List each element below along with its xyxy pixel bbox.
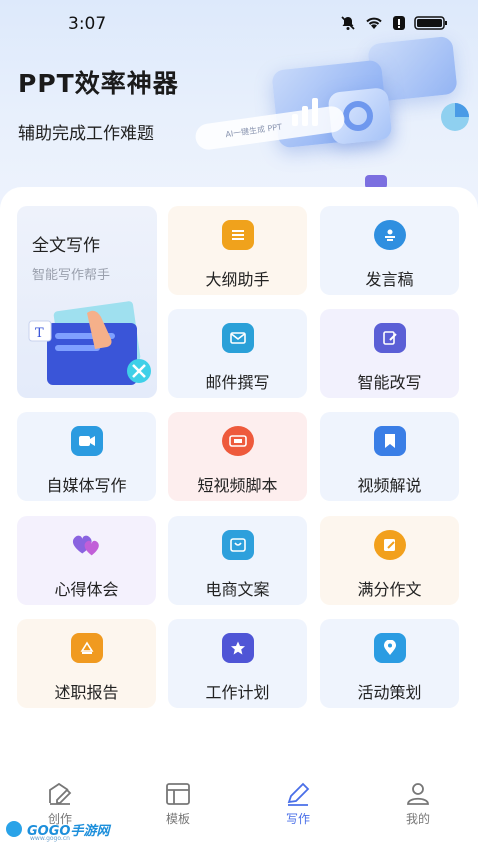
nav-label: 模板	[165, 812, 190, 826]
shop-icon	[221, 530, 254, 560]
tile-email-writing[interactable]: 邮件撰写	[168, 309, 307, 398]
tile-work-report[interactable]: 述职报告	[17, 619, 156, 708]
nav-item-mine[interactable]: 我的	[388, 782, 448, 827]
outline-icon	[221, 220, 254, 250]
template-icon	[166, 783, 190, 805]
tile-label: 智能改写	[357, 373, 422, 392]
tile-label: 自媒体写作	[46, 476, 127, 495]
watermark-logo-icon	[4, 819, 24, 839]
writing-illustration-icon	[28, 301, 151, 385]
tile-label: 电商文案	[205, 580, 270, 599]
tile-full-score-essay[interactable]: 满分作文	[320, 516, 459, 605]
mail-icon	[221, 323, 254, 353]
alert-icon	[393, 16, 405, 30]
featured-subtitle: 智能写作帮手	[32, 268, 111, 283]
camera-icon	[70, 426, 103, 456]
tile-label: 发言稿	[365, 270, 414, 289]
bookmark-icon	[373, 426, 406, 456]
ai-chip: AI一键生成 PPT	[193, 104, 347, 152]
speech-icon	[373, 220, 406, 250]
edit-icon	[373, 323, 406, 353]
tile-label: 述职报告	[54, 683, 119, 702]
write-icon	[373, 530, 406, 560]
tile-smart-rewrite[interactable]: 智能改写	[320, 309, 459, 398]
nav-label: 我的	[405, 812, 430, 826]
nav-label: 写作	[285, 812, 310, 826]
featured-title: 全文写作	[32, 236, 100, 256]
tile-self-media[interactable]: 自媒体写作	[17, 412, 156, 501]
user-icon	[407, 783, 429, 805]
tile-reflections[interactable]: 心得体会	[17, 516, 156, 605]
tile-speech-draft[interactable]: 发言稿	[320, 206, 459, 295]
nav-item-templates[interactable]: 模板	[148, 782, 208, 827]
tile-label: 短视频脚本	[197, 476, 278, 495]
tile-video-commentary[interactable]: 视频解说	[320, 412, 459, 501]
tile-event-planning[interactable]: 活动策划	[320, 619, 459, 708]
doc-letter: T	[35, 326, 44, 341]
page-subtitle: 辅助完成工作难题	[18, 124, 154, 144]
full-text-writing-card[interactable]: 全文写作 智能写作帮手 T	[17, 206, 157, 398]
tile-label: 大纲助手	[205, 270, 270, 289]
tile-ecommerce-copy[interactable]: 电商文案	[168, 516, 307, 605]
tile-label: 心得体会	[54, 580, 119, 599]
report-icon	[70, 633, 103, 663]
tile-label: 工作计划	[205, 683, 270, 702]
pie-chart-icon	[441, 103, 469, 131]
header-banner: 3:07 PPT效率神器 辅助完成工作难题 AI一键生成 PPT	[0, 0, 478, 215]
watermark: GOGO手游网 www.gogo.cn	[4, 818, 109, 842]
tile-label: 满分作文	[357, 580, 422, 599]
wifi-icon	[366, 17, 382, 29]
location-icon	[373, 633, 406, 663]
status-icons	[340, 15, 448, 31]
status-time: 3:07	[68, 14, 107, 34]
tile-outline-assistant[interactable]: 大纲助手	[168, 206, 307, 295]
create-icon	[49, 782, 72, 805]
tile-label: 视频解说	[357, 476, 422, 495]
tile-work-plan[interactable]: 工作计划	[168, 619, 307, 708]
video-icon	[221, 426, 254, 456]
pen-icon	[287, 782, 310, 806]
nav-item-writing[interactable]: 写作	[268, 782, 328, 827]
star-icon	[221, 633, 254, 663]
tile-label: 邮件撰写	[205, 373, 270, 392]
page-title: PPT效率神器	[18, 69, 179, 98]
battery-icon	[414, 16, 447, 30]
tile-label: 活动策划	[357, 683, 422, 702]
tile-short-video-script[interactable]: 短视频脚本	[168, 412, 307, 501]
hearts-icon	[71, 530, 103, 560]
mute-icon	[341, 16, 355, 30]
ring-icon	[343, 101, 373, 131]
watermark-url: www.gogo.cn	[30, 835, 70, 842]
hero-illustration: AI一键生成 PPT	[190, 30, 478, 200]
